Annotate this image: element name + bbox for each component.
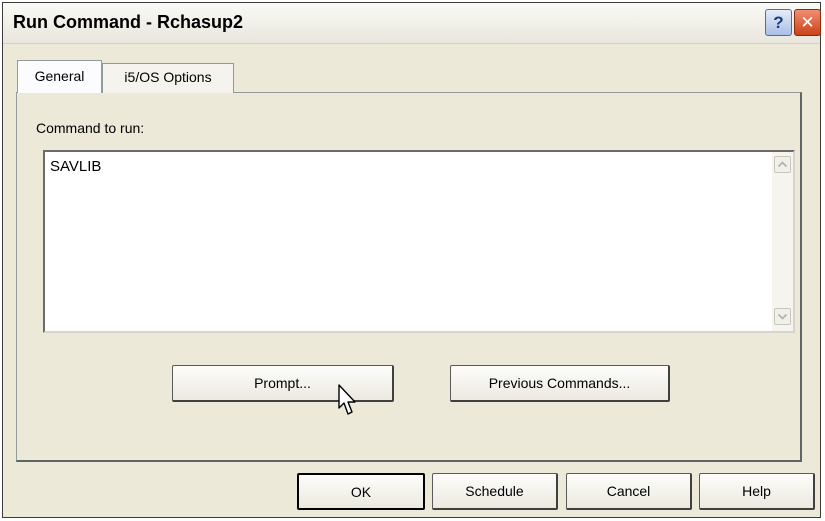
title-bar[interactable]: Run Command - Rchasup2 ? ✕	[3, 3, 821, 44]
prompt-button[interactable]: Prompt...	[172, 365, 394, 402]
chevron-up-icon	[777, 161, 788, 168]
command-value: SAVLIB	[50, 158, 102, 175]
scroll-down-button[interactable]	[774, 308, 791, 325]
help-title-button[interactable]: ?	[765, 9, 792, 36]
chevron-down-icon	[777, 313, 788, 320]
previous-commands-button[interactable]: Previous Commands...	[450, 365, 670, 402]
ok-button[interactable]: OK	[297, 473, 425, 510]
schedule-button[interactable]: Schedule	[432, 473, 558, 510]
command-input[interactable]: SAVLIB	[43, 150, 795, 333]
window-title: Run Command - Rchasup2	[13, 12, 244, 32]
help-button[interactable]: Help	[699, 473, 815, 510]
vertical-scrollbar[interactable]	[772, 152, 793, 331]
tab-i5os-options[interactable]: i5/OS Options	[102, 63, 234, 93]
cancel-button[interactable]: Cancel	[566, 473, 692, 510]
tab-general[interactable]: General	[17, 60, 102, 93]
mouse-pointer-icon	[338, 384, 356, 415]
close-button[interactable]: ✕	[794, 9, 821, 36]
scroll-up-button[interactable]	[774, 156, 791, 173]
command-to-run-label: Command to run:	[36, 120, 145, 136]
